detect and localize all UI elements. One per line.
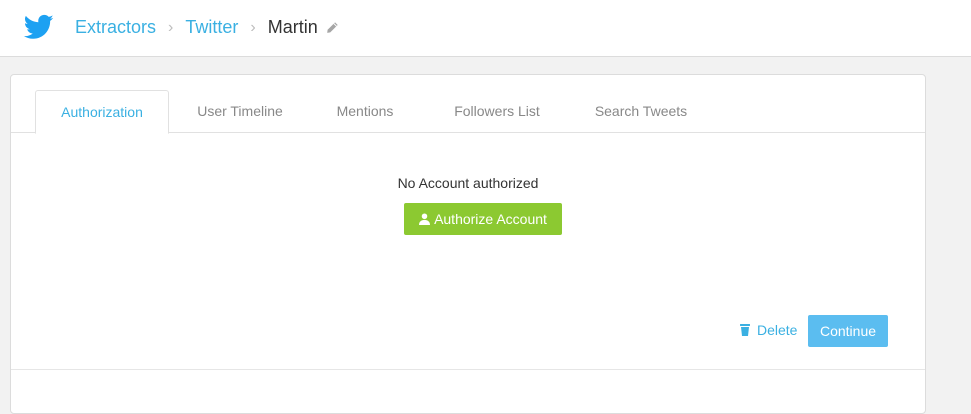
pencil-icon[interactable] [325, 21, 339, 35]
divider [11, 369, 925, 370]
delete-label: Delete [757, 322, 798, 338]
tab-search-tweets[interactable]: Search Tweets [575, 90, 707, 133]
twitter-bird-icon[interactable] [23, 12, 55, 42]
tab-authorization[interactable]: Authorization [35, 90, 169, 134]
tab-bar: Authorization User Timeline Mentions Fol… [11, 90, 925, 134]
authorize-account-button[interactable]: Authorize Account [404, 203, 562, 235]
user-icon [419, 213, 431, 225]
delete-button[interactable]: Delete [740, 321, 797, 339]
breadcrumb: Extractors › Twitter › Martin [75, 0, 339, 55]
breadcrumb-current: Martin [267, 17, 318, 37]
tab-followers-list[interactable]: Followers List [429, 90, 565, 133]
authorize-account-label: Authorize Account [434, 211, 547, 227]
tab-mentions[interactable]: Mentions [311, 90, 419, 133]
authorization-status: No Account authorized [397, 175, 539, 191]
breadcrumb-twitter[interactable]: Twitter [185, 17, 238, 38]
chevron-right-icon: › [168, 18, 174, 36]
chevron-right-icon: › [250, 18, 256, 36]
extractor-panel: Authorization User Timeline Mentions Fol… [10, 74, 926, 414]
breadcrumb-extractors[interactable]: Extractors [75, 17, 156, 38]
trash-icon [740, 324, 750, 336]
top-bar: Extractors › Twitter › Martin [0, 0, 971, 57]
tab-user-timeline[interactable]: User Timeline [179, 90, 301, 133]
continue-button[interactable]: Continue [808, 315, 888, 347]
